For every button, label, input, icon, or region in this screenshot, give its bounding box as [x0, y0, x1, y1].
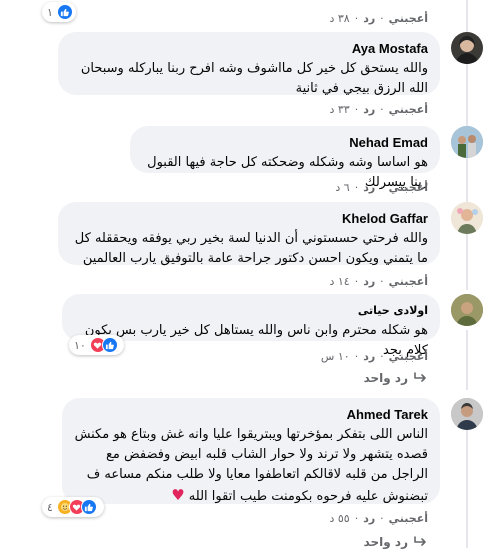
reply-link[interactable]: رد [363, 350, 375, 363]
comment-meta: أعجبني·رد·١٤ د [329, 275, 428, 288]
reactions-pill[interactable]: ٤ [42, 497, 104, 517]
view-replies-link[interactable]: رد واحد [364, 371, 428, 385]
comment-author[interactable]: Nehad Emad [142, 134, 428, 151]
comment-text: والله فرحتي حسستوني أن الدنيا لسة بخير ر… [74, 231, 428, 266]
reply-link[interactable]: رد [363, 181, 375, 194]
view-replies-link[interactable]: رد واحد [364, 535, 428, 549]
thread-line [466, 428, 468, 548]
comment-meta: أعجبني·رد·١٠ س [320, 350, 428, 363]
reply-arrow-icon [414, 536, 428, 548]
reactions-pill[interactable]: ١ [42, 2, 76, 22]
reactions-pill[interactable]: ١٠ [69, 335, 124, 355]
like-link[interactable]: أعجبني [389, 181, 428, 194]
comment-bubble: Aya Mostafa والله يستحق كل خير كل مااشوف… [58, 32, 440, 96]
comment-bubble: Ahmed Tarek الناس اللى بتفكر بمؤخرتها وي… [62, 398, 440, 504]
comment-time[interactable]: ٦ د [335, 181, 349, 194]
avatar[interactable] [451, 294, 483, 326]
comment-meta: أعجبني·رد·٥٥ د [329, 512, 428, 525]
like-icon [101, 337, 118, 353]
heart-emoji-icon: ♥ [171, 486, 185, 504]
like-link[interactable]: أعجبني [389, 103, 428, 116]
comment-bubble: Khelod Gaffar والله فرحتي حسستوني أن الد… [58, 202, 440, 266]
comment-meta: أعجبني·رد·٦ د [335, 181, 428, 194]
avatar[interactable] [451, 32, 483, 64]
like-icon [56, 4, 73, 20]
thread-line [466, 330, 468, 390]
like-icon [80, 499, 97, 515]
comment-author[interactable]: Aya Mostafa [70, 40, 428, 57]
avatar[interactable] [451, 202, 483, 234]
comment-text: الناس اللى بتفكر بمؤخرتها ويبتريقوا عليا… [74, 425, 428, 507]
comment-author[interactable]: Ahmed Tarek [74, 406, 428, 423]
reply-link[interactable]: رد [363, 12, 375, 25]
comment-text: والله يستحق كل خير كل مااشوف وشه افرح رب… [80, 61, 428, 96]
replies-count-label: رد واحد [363, 371, 408, 385]
avatar[interactable] [451, 398, 483, 430]
comment-time[interactable]: ٥٥ د [329, 512, 349, 525]
comment-time[interactable]: ١٠ س [321, 350, 350, 363]
reply-arrow-icon [414, 372, 428, 384]
comment-time[interactable]: ٣٣ د [329, 103, 349, 116]
comment-text-body: الناس اللى بتفكر بمؤخرتها ويبتريقوا عليا… [74, 427, 428, 504]
comment-bubble: Nehad Emad هو اساسا وشه وشكله وضحكته كل … [130, 126, 440, 190]
reply-link[interactable]: رد [363, 512, 375, 525]
comment-author[interactable]: Khelod Gaffar [70, 210, 428, 227]
comment-bubble: اولادى حياتى هو شكله محترم وابن ناس والل… [62, 294, 440, 358]
reaction-count: ٤ [47, 500, 53, 514]
comment-meta: أعجبني·رد·٣٨ د [329, 12, 428, 25]
like-link[interactable]: أعجبني [389, 512, 428, 525]
comment-author[interactable]: اولادى حياتى [74, 302, 428, 319]
comment-time[interactable]: ٣٨ د [329, 12, 349, 25]
reaction-count: ١٠ [74, 338, 86, 352]
replies-count-label: رد واحد [363, 535, 408, 549]
avatar[interactable] [451, 126, 483, 158]
reply-link[interactable]: رد [363, 103, 375, 116]
comment-meta: أعجبني·رد·٣٣ د [329, 103, 428, 116]
reply-link[interactable]: رد [363, 275, 375, 288]
like-link[interactable]: أعجبني [389, 12, 428, 25]
comment-time[interactable]: ١٤ د [329, 275, 349, 288]
like-link[interactable]: أعجبني [389, 350, 428, 363]
like-link[interactable]: أعجبني [389, 275, 428, 288]
reaction-count: ١ [47, 5, 53, 19]
